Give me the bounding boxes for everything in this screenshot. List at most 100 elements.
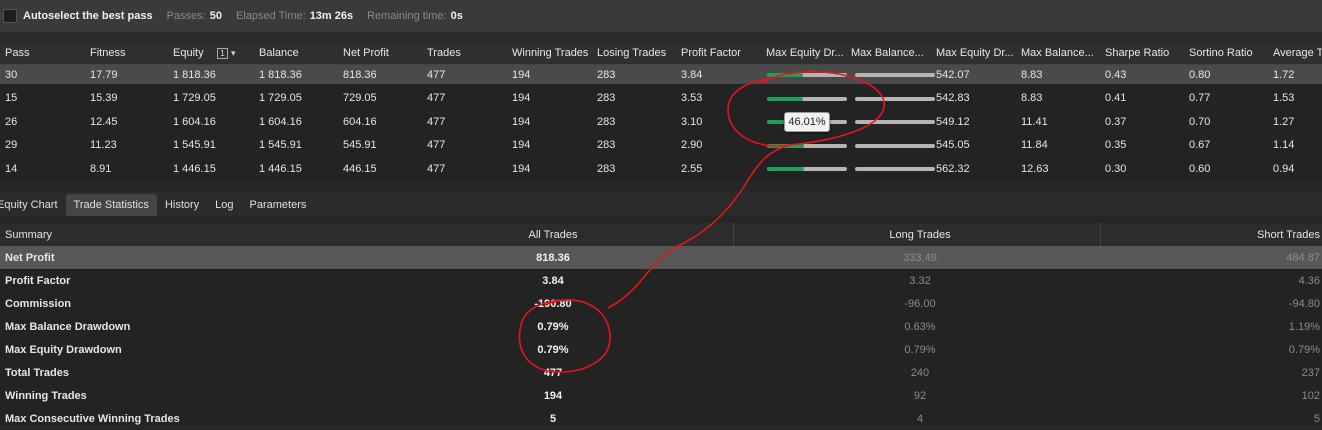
stats-row[interactable]: Profit Factor 3.84 3.32 4.36 [0,269,1322,292]
grid-cell-max-balance-dd-abs: 12.63 [1021,162,1049,175]
stats-cell-all: 194 [543,389,563,402]
tab-trade-statistics[interactable]: Trade Statistics [65,194,157,216]
stats-row[interactable]: Max Equity Drawdown 0.79% 0.79% 0.79% [0,338,1322,361]
grid-row[interactable]: 26 12.45 1 604.16 1 604.16 604.16 477 194 283 3.… [0,112,1322,131]
column-header-9[interactable]: Max Equity Dr... [766,42,851,64]
stats-cell-long: 0.79% [904,343,936,356]
grid-cell-sharpe: 0.30 [1105,162,1127,175]
column-header-0[interactable]: Pass [5,42,85,64]
grid-row[interactable]: 29 11.23 1 545.91 1 545.91 545.91 477 194 283 2.… [0,136,1322,155]
grid-cell-sortino: 0.67 [1189,139,1211,151]
stats-cell-label: Max Balance Drawdown [5,320,131,333]
column-header-1[interactable]: Fitness [90,42,170,64]
grid-cell-balance: 1 604.16 [259,115,302,128]
grid-cell-equity: 1 604.16 [173,115,216,128]
column-header-14[interactable]: Sortino Ratio [1189,42,1273,64]
grid-row[interactable]: 30 17.79 1 818.36 1 818.36 818.36 477 194 283 3.… [0,65,1322,84]
grid-cell-max-equity-dd-abs: 542.83 [936,92,970,104]
grid-cell-pass: 14 [5,162,18,175]
column-header-11[interactable]: Max Equity Dr... [936,42,1021,64]
tab-equity-chart[interactable]: Equity Chart [0,194,66,216]
stats-cell-long: 0.63% [904,320,936,333]
stats-cell-short: 4.36 [1298,274,1320,287]
grid-cell-trades: 477 [427,68,446,81]
stats-row[interactable]: Max Balance Drawdown 0.79% 0.63% 1.19% [0,315,1322,338]
autoselect-label[interactable]: Autoselect the best pass [23,10,153,22]
optimization-results-grid[interactable]: Pass Fitness Equity 1 ▾ Balance Net Profit Trad… [0,42,1322,180]
drawdown-tooltip: 46.01% [784,112,830,132]
grid-cell-max-equity-dd-abs: 562.32 [936,162,970,175]
column-header-8[interactable]: Profit Factor [681,42,765,64]
stats-cell-all: -190.80 [534,297,572,310]
stats-header-short[interactable]: Short Trades [1257,223,1320,246]
stats-cell-long: 333.49 [903,251,937,264]
stats-header-long[interactable]: Long Trades [889,223,950,246]
stats-row[interactable]: Commission -190.80 -96.00 -94.80 [0,292,1322,315]
grid-cell-pass: 29 [5,139,18,151]
tab-log[interactable]: Log [207,194,241,216]
grid-cell-sharpe: 0.41 [1105,92,1127,104]
grid-cell-pass: 26 [5,115,18,128]
column-header-4[interactable]: Net Profit [343,42,423,64]
grid-cell-profit-factor: 3.53 [681,92,703,104]
grid-cell-winning: 194 [512,92,531,104]
grid-cell-max-balance-dd-abs: 8.83 [1021,68,1043,81]
grid-cell-fitness: 12.45 [90,115,118,128]
grid-cell-net-profit: 604.16 [343,115,377,128]
column-header-13[interactable]: Sharpe Ratio [1105,42,1189,64]
column-header-15[interactable]: Average T [1273,42,1322,64]
passes-value: 50 [209,10,222,22]
grid-cell-trades: 477 [427,92,446,104]
grid-cell-equity: 1 545.91 [173,139,216,151]
grid-cell-net-profit: 818.36 [343,68,377,81]
max-equity-drawdown-bar [767,73,847,77]
optimization-toolbar: Autoselect the best pass Passes: 50 Elap… [0,0,1322,32]
max-balance-drawdown-bar [855,167,935,171]
column-header-6[interactable]: Winning Trades [512,42,597,64]
grid-cell-fitness: 17.79 [90,68,118,81]
grid-cell-average: 1.53 [1273,92,1295,104]
grid-cell-profit-factor: 3.10 [681,115,703,128]
tab-bar: Equity Chart Trade Statistics History Log Pa… [0,191,1322,216]
grid-cell-sortino: 0.60 [1189,162,1211,175]
column-divider[interactable] [733,223,734,246]
grid-cell-pass: 30 [5,68,18,81]
stats-row[interactable]: Max Consecutive Winning Trades 5 4 5 [0,407,1322,430]
column-header-12[interactable]: Max Balance... [1021,42,1105,64]
tab-parameters[interactable]: Parameters [242,194,315,216]
stats-row[interactable]: Total Trades 477 240 237 [0,361,1322,384]
stats-row[interactable]: Winning Trades 194 92 102 [0,384,1322,407]
grid-cell-average: 1.27 [1273,115,1295,128]
stats-cell-all: 3.84 [542,274,564,287]
column-header-3[interactable]: Balance [259,42,339,64]
stats-row[interactable]: Net Profit 818.36 333.49 484.87 [0,246,1322,269]
stats-cell-all: 477 [543,366,563,379]
grid-cell-equity: 1 729.05 [173,92,216,104]
grid-cell-winning: 194 [512,139,531,151]
grid-cell-max-equity-dd-abs: 542.07 [936,68,970,81]
stats-cell-short: 237 [1301,366,1320,379]
max-equity-drawdown-bar [767,167,847,171]
grid-cell-sharpe: 0.43 [1105,68,1127,81]
grid-cell-profit-factor: 3.84 [681,68,703,81]
grid-cell-balance: 1 545.91 [259,139,302,151]
grid-row[interactable]: 14 8.91 1 446.15 1 446.15 446.15 477 194 283 2.5… [0,159,1322,178]
stats-cell-long: 4 [916,412,924,425]
stats-cell-all: 0.79% [537,320,569,333]
grid-cell-sortino: 0.70 [1189,115,1211,128]
grid-header: Pass Fitness Equity 1 ▾ Balance Net Profit Trad… [0,42,1322,65]
column-header-5[interactable]: Trades [427,42,507,64]
stats-header-summary[interactable]: Summary [5,223,52,246]
grid-cell-sharpe: 0.35 [1105,139,1127,151]
column-header-10[interactable]: Max Balance... [851,42,936,64]
stats-header-all[interactable]: All Trades [528,223,578,246]
column-header-7[interactable]: Losing Trades [597,42,681,64]
autoselect-checkbox[interactable] [3,9,17,23]
grid-cell-trades: 477 [427,139,446,151]
grid-row[interactable]: 15 15.39 1 729.05 1 729.05 729.05 477 194 283 3.… [0,89,1322,108]
sort-desc-icon[interactable]: ▾ [231,48,236,59]
max-equity-drawdown-fill [767,167,804,171]
column-divider[interactable] [1100,223,1101,246]
grid-cell-max-equity-dd-abs: 545.05 [936,139,970,151]
tab-history[interactable]: History [157,194,207,216]
